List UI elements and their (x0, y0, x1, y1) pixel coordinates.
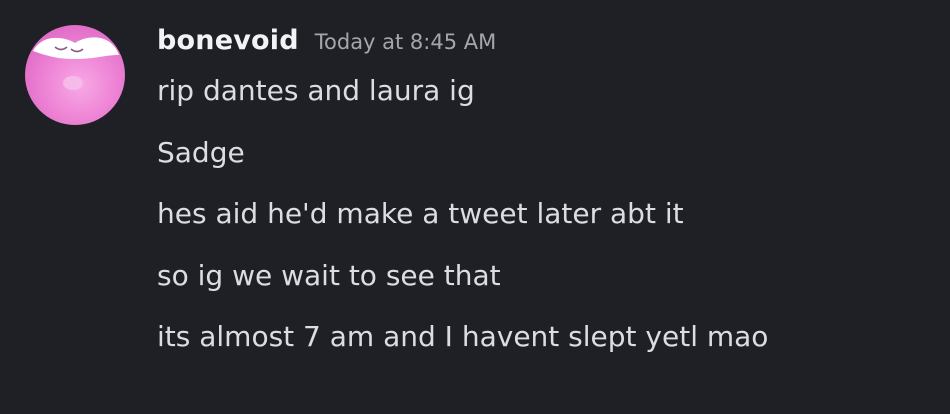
message-header: bonevoid Today at 8:45 AM (157, 25, 496, 69)
pink-blob-avatar-icon (33, 37, 119, 90)
message-content: rip dantes and laura ig Sadge hes aid he… (157, 75, 937, 383)
message-line: its almost 7 am and I havent slept yetl … (157, 320, 769, 353)
avatar[interactable] (25, 25, 125, 125)
username[interactable]: bonevoid (157, 25, 299, 56)
message-line: hes aid he'd make a tweet later abt it (157, 197, 684, 230)
timestamp[interactable]: Today at 8:45 AM (315, 30, 497, 54)
message-line: Sadge (157, 135, 245, 169)
message-line: so ig we wait to see that (157, 258, 501, 292)
chat-message: bonevoid Today at 8:45 AM rip dantes and… (0, 0, 950, 414)
message-line: rip dantes and laura ig (157, 74, 475, 107)
